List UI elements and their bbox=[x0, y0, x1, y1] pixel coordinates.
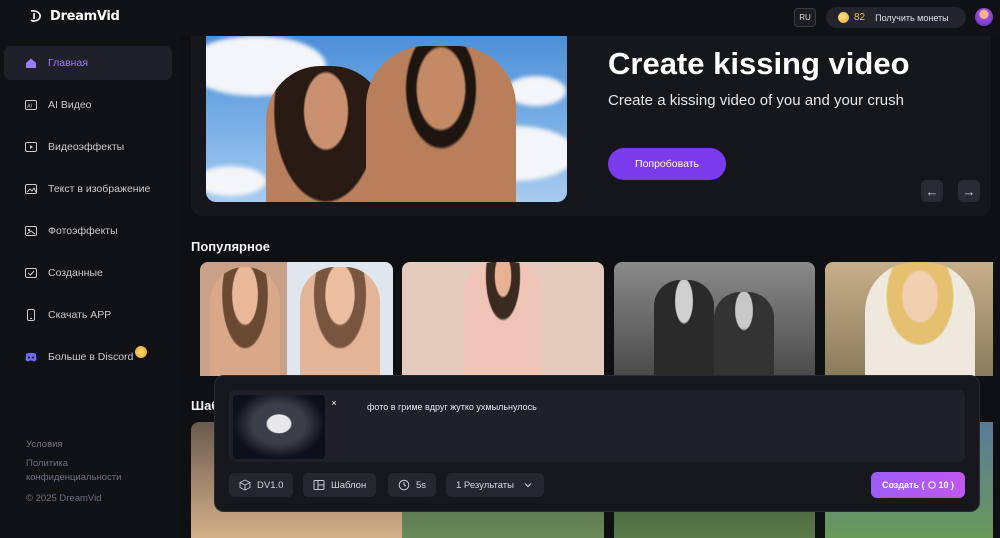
created-icon bbox=[24, 266, 38, 280]
privacy-link[interactable]: Политика конфиденциальности bbox=[26, 457, 156, 485]
sidebar-item-discord[interactable]: Больше в Discord bbox=[4, 340, 172, 374]
model-label: DV1.0 bbox=[257, 479, 284, 491]
hero-title: Create kissing video bbox=[608, 46, 910, 81]
sidebar-item-photo-effects[interactable]: Фотоэффекты bbox=[4, 214, 172, 248]
hero-banner: Create kissing video Create a kissing vi… bbox=[191, 36, 991, 216]
coin-badge-icon bbox=[135, 346, 148, 358]
sidebar-item-label: Главная bbox=[48, 57, 88, 69]
coin-icon bbox=[927, 481, 936, 489]
sidebar-item-label: Больше в Discord bbox=[48, 351, 134, 363]
sidebar-item-label: Видеоэффекты bbox=[48, 141, 125, 153]
discord-icon bbox=[24, 350, 38, 364]
next-slide-button[interactable]: → bbox=[958, 180, 980, 202]
popular-card[interactable] bbox=[614, 262, 815, 376]
text-to-image-icon bbox=[24, 182, 38, 196]
home-icon bbox=[24, 56, 38, 70]
logo-icon bbox=[30, 10, 41, 22]
logo[interactable]: DreamVid bbox=[28, 8, 120, 24]
svg-text:AI: AI bbox=[27, 104, 32, 110]
sidebar-item-label: Фотоэффекты bbox=[48, 225, 118, 237]
template-icon bbox=[313, 480, 325, 490]
arrow-right-icon: → bbox=[962, 183, 976, 199]
sidebar-item-download-app[interactable]: Скачать APP bbox=[4, 298, 172, 332]
try-button[interactable]: Попробовать bbox=[608, 148, 726, 180]
create-cost: 10 ) bbox=[938, 480, 955, 490]
remove-image-button[interactable]: × bbox=[329, 398, 339, 408]
hero-image[interactable] bbox=[206, 36, 567, 202]
terms-link[interactable]: Условия bbox=[26, 438, 156, 452]
sidebar: Главная AI AI Видео Видеоэффекты Текст в… bbox=[0, 36, 180, 538]
prompt-input[interactable]: × фото в гриме вдруг жутко ухмыльнулось bbox=[229, 390, 965, 462]
sidebar-item-created[interactable]: Созданные bbox=[4, 256, 172, 290]
uploaded-image-thumbnail[interactable] bbox=[233, 395, 325, 459]
create-label: Создать ( bbox=[881, 480, 925, 490]
arrow-left-icon: ← bbox=[925, 183, 939, 199]
prev-slide-button[interactable]: ← bbox=[921, 180, 943, 202]
ai-video-icon: AI bbox=[24, 98, 38, 112]
language-button[interactable]: RU bbox=[794, 8, 816, 27]
sidebar-item-ai-video[interactable]: AI AI Видео bbox=[4, 88, 172, 122]
prompt-panel: × фото в гриме вдруг жутко ухмыльнулось … bbox=[214, 375, 980, 512]
close-icon: × bbox=[331, 398, 337, 408]
app-name: DreamVid bbox=[50, 8, 120, 24]
video-effects-icon bbox=[24, 140, 38, 154]
top-bar: DreamVid RU 82 Получить монеты bbox=[0, 0, 1000, 36]
avatar[interactable] bbox=[975, 8, 993, 26]
scrollbar[interactable] bbox=[993, 36, 1000, 538]
sidebar-item-home[interactable]: Главная bbox=[4, 46, 172, 80]
clock-icon bbox=[398, 479, 410, 491]
duration-label: 5s bbox=[416, 479, 427, 491]
sidebar-item-label: Текст в изображение bbox=[48, 183, 151, 195]
sidebar-item-label: Созданные bbox=[48, 267, 103, 279]
chevron-down-icon bbox=[524, 483, 532, 488]
sidebar-item-label: Скачать APP bbox=[48, 309, 112, 321]
create-button[interactable]: Создать ( 10 ) bbox=[871, 472, 965, 498]
get-coins-button[interactable]: 82 Получить монеты bbox=[826, 7, 966, 28]
template-label: Шаблон bbox=[331, 479, 367, 491]
section-title-popular: Популярное bbox=[191, 239, 271, 254]
popular-card[interactable] bbox=[825, 262, 1000, 376]
copyright: © 2025 DreamVid bbox=[26, 493, 102, 504]
coin-count: 82 bbox=[854, 12, 866, 23]
model-select[interactable]: DV1.0 bbox=[229, 473, 294, 497]
phone-icon bbox=[24, 308, 38, 322]
popular-card[interactable] bbox=[200, 262, 393, 376]
get-coins-label: Получить монеты bbox=[875, 12, 949, 23]
results-select[interactable]: 1 Результаты bbox=[446, 473, 544, 497]
template-button[interactable]: Шаблон bbox=[303, 473, 377, 497]
duration-select[interactable]: 5s bbox=[388, 473, 437, 497]
popular-card[interactable] bbox=[402, 262, 604, 376]
photo-effects-icon bbox=[24, 224, 38, 238]
sidebar-item-label: AI Видео bbox=[48, 99, 92, 111]
sidebar-item-text-to-image[interactable]: Текст в изображение bbox=[4, 172, 172, 206]
prompt-text[interactable]: фото в гриме вдруг жутко ухмыльнулось bbox=[367, 402, 537, 412]
sidebar-item-video-effects[interactable]: Видеоэффекты bbox=[4, 130, 172, 164]
results-label: 1 Результаты bbox=[456, 479, 514, 491]
coin-icon bbox=[838, 12, 849, 23]
hero-subtitle: Create a kissing video of you and your c… bbox=[608, 92, 904, 109]
cube-icon bbox=[239, 479, 251, 491]
